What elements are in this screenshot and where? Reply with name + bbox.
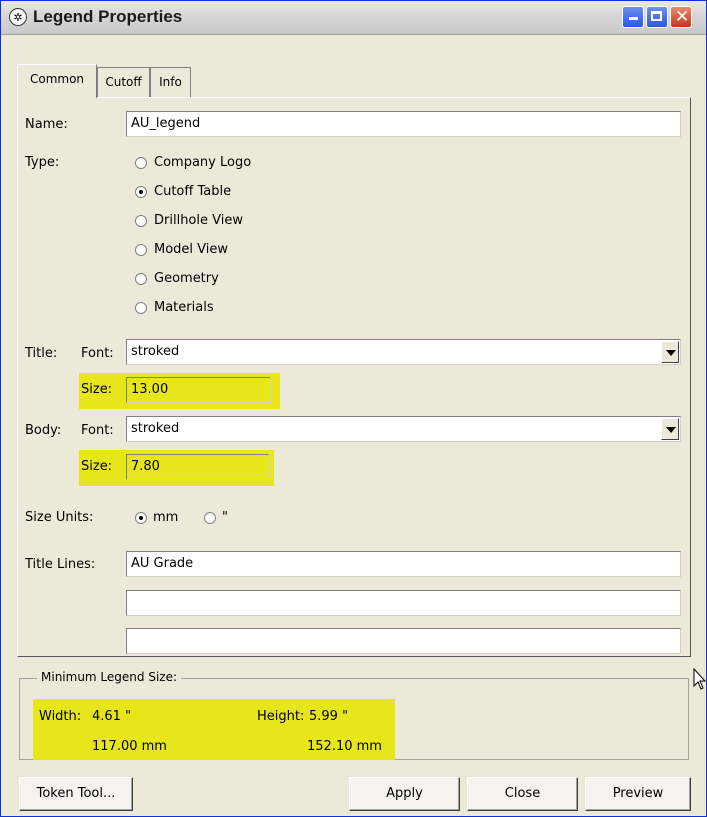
minimum-legend-size-title: Minimum Legend Size: bbox=[37, 670, 181, 684]
height-inches-value: 5.99 " bbox=[309, 709, 349, 724]
size-units-option-inches[interactable]: " bbox=[222, 510, 228, 525]
apply-button[interactable]: Apply bbox=[349, 777, 460, 811]
title-font-value: stroked bbox=[131, 344, 180, 359]
title-font-label: Font: bbox=[81, 346, 114, 361]
close-icon: ✕ bbox=[675, 7, 690, 27]
body-font-value: stroked bbox=[131, 421, 180, 436]
legend-properties-window: ✲ Legend Properties ✕ Common Cutoff Info… bbox=[0, 0, 707, 817]
height-mm-value: 152.10 mm bbox=[307, 739, 382, 754]
size-units-label: Size Units: bbox=[25, 510, 94, 525]
size-units-option-mm[interactable]: mm bbox=[153, 510, 178, 525]
type-radio-materials[interactable] bbox=[135, 302, 147, 314]
type-radio-geometry[interactable] bbox=[135, 273, 147, 285]
body-font-label: Font: bbox=[81, 423, 114, 438]
title-line-3-input[interactable] bbox=[126, 628, 681, 654]
type-radio-drillhole-view[interactable] bbox=[135, 215, 147, 227]
type-radio-cutoff-table[interactable] bbox=[135, 186, 147, 198]
name-label: Name: bbox=[25, 117, 68, 132]
title-label: Title: bbox=[25, 346, 58, 361]
type-option-model-view[interactable]: Model View bbox=[154, 242, 228, 257]
title-size-label: Size: bbox=[81, 382, 113, 397]
width-label: Width: bbox=[39, 709, 82, 724]
name-input[interactable]: AU_legend bbox=[126, 111, 681, 137]
tab-info[interactable]: Info bbox=[150, 67, 191, 97]
app-icon: ✲ bbox=[9, 8, 27, 26]
type-option-cutoff-table[interactable]: Cutoff Table bbox=[154, 184, 231, 199]
minimize-icon bbox=[629, 17, 638, 20]
preview-button[interactable]: Preview bbox=[585, 777, 691, 811]
window-title: Legend Properties bbox=[33, 7, 183, 26]
body-font-select[interactable]: stroked bbox=[126, 416, 681, 442]
type-label: Type: bbox=[25, 155, 60, 170]
mouse-cursor-icon bbox=[693, 668, 707, 690]
width-mm-value: 117.00 mm bbox=[92, 739, 167, 754]
size-units-radio-mm[interactable] bbox=[135, 512, 147, 524]
chevron-down-icon[interactable] bbox=[661, 341, 679, 363]
type-radio-model-view[interactable] bbox=[135, 244, 147, 256]
height-label: Height: bbox=[257, 709, 305, 724]
tab-common[interactable]: Common bbox=[17, 64, 97, 98]
type-option-materials[interactable]: Materials bbox=[154, 300, 214, 315]
type-option-drillhole-view[interactable]: Drillhole View bbox=[154, 213, 243, 228]
title-bar[interactable]: ✲ Legend Properties ✕ bbox=[1, 1, 706, 35]
minimize-button[interactable] bbox=[622, 6, 644, 28]
title-size-input[interactable]: 13.00 bbox=[126, 377, 271, 403]
type-option-geometry[interactable]: Geometry bbox=[154, 271, 219, 286]
type-option-company-logo[interactable]: Company Logo bbox=[154, 155, 251, 170]
close-button[interactable]: Close bbox=[467, 777, 578, 811]
type-radio-company-logo[interactable] bbox=[135, 157, 147, 169]
body-label: Body: bbox=[25, 423, 62, 438]
title-lines-label: Title Lines: bbox=[25, 557, 96, 572]
maximize-button[interactable] bbox=[646, 6, 668, 28]
title-line-2-input[interactable] bbox=[126, 590, 681, 616]
body-size-label: Size: bbox=[81, 459, 113, 474]
title-line-1-input[interactable]: AU Grade bbox=[126, 551, 681, 577]
title-font-select[interactable]: stroked bbox=[126, 339, 681, 365]
maximize-icon bbox=[651, 11, 662, 21]
close-window-button[interactable]: ✕ bbox=[670, 6, 692, 28]
token-tool-button[interactable]: Token Tool... bbox=[19, 777, 133, 811]
size-units-radio-inches[interactable] bbox=[204, 512, 216, 524]
body-size-input[interactable]: 7.80 bbox=[126, 454, 269, 480]
tab-cutoff[interactable]: Cutoff bbox=[97, 67, 150, 97]
chevron-down-icon[interactable] bbox=[661, 418, 679, 440]
width-inches-value: 4.61 " bbox=[92, 709, 132, 724]
